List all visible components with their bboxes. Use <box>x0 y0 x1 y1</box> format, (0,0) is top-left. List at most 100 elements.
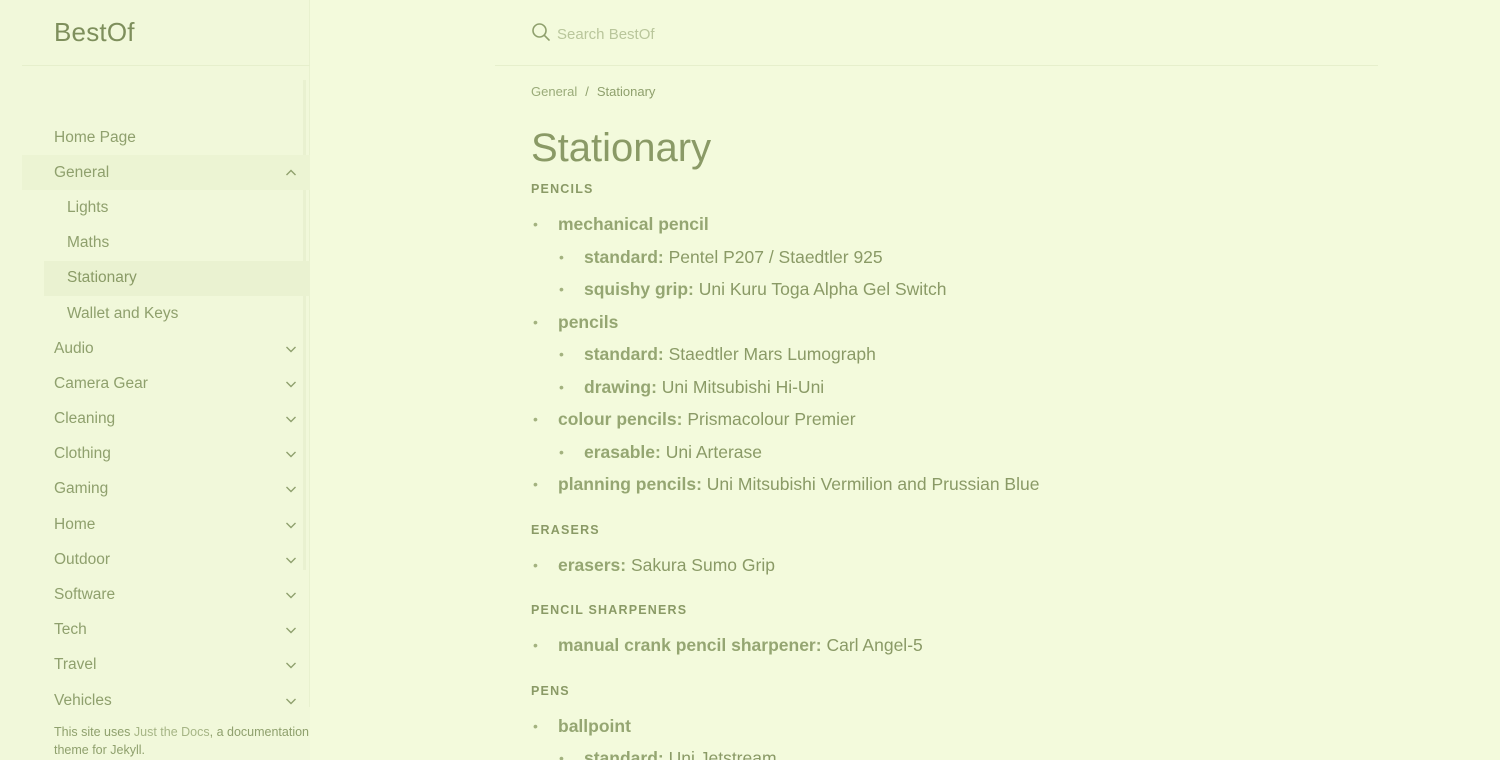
item-value: Sakura Sumo Grip <box>631 554 775 575</box>
sharpeners-list: manual crank pencil sharpener: Carl Ange… <box>531 629 1371 662</box>
sidebar-item-label: Camera Gear <box>54 374 148 392</box>
chevron-down-icon[interactable] <box>285 659 297 671</box>
section-heading-pencils: PENCILS <box>531 182 594 196</box>
item-value: Prismacolour Premier <box>687 409 856 429</box>
breadcrumb-current: Stationary <box>596 84 656 99</box>
list-item: mechanical pencil <box>531 208 1371 241</box>
search-input[interactable] <box>557 22 957 46</box>
chevron-down-icon[interactable] <box>285 589 297 601</box>
erasers-list: erasers: Sakura Sumo Grip <box>531 549 1371 582</box>
item-value: Carl Angel-5 <box>826 635 923 655</box>
item-key: ballpoint <box>558 715 631 736</box>
sidebar: BestOf Home Page General Lights Maths St… <box>0 0 310 760</box>
site-header: BestOf <box>22 0 310 66</box>
item-value: Uni Jetstream <box>668 748 777 760</box>
sidebar-item-label: Travel <box>54 656 97 674</box>
footer-text-prefix: This site uses <box>54 725 134 739</box>
sidebar-item-label: Lights <box>67 198 109 216</box>
sidebar-item-lights[interactable]: Lights <box>0 190 310 225</box>
item-key: colour pencils: <box>558 409 683 429</box>
breadcrumb-separator: / <box>585 84 589 99</box>
item-key: standard: <box>584 748 664 760</box>
item-key: squishy grip: <box>584 279 694 299</box>
chevron-down-icon[interactable] <box>285 413 297 425</box>
list-item: standard: Pentel P207 / Staedtler 925 <box>531 241 1371 274</box>
item-key: erasable: <box>584 441 661 462</box>
item-key: pencils <box>558 311 619 332</box>
sidebar-item-clothing[interactable]: Clothing <box>0 437 310 472</box>
sidebar-item-label: Outdoor <box>54 550 111 568</box>
section-heading-erasers: ERASERS <box>531 522 600 537</box>
item-key: planning pencils: <box>558 474 702 494</box>
chevron-up-icon[interactable] <box>285 167 297 179</box>
section-heading-pens: PENS <box>531 683 570 698</box>
sidebar-item-label: Cleaning <box>54 410 116 428</box>
sidebar-item-label: Wallet and Keys <box>67 304 179 322</box>
sidebar-item-software[interactable]: Software <box>0 577 310 612</box>
list-item: drawing: Uni Mitsubishi Hi-Uni <box>531 371 1371 404</box>
search-icon <box>532 23 550 41</box>
sidebar-item-label: Tech <box>54 621 87 639</box>
list-item: planning pencils: Uni Mitsubishi Vermili… <box>531 468 1371 501</box>
list-item: squishy grip: Uni Kuru Toga Alpha Gel Sw… <box>531 273 1371 306</box>
item-value: Uni Arterase <box>665 441 763 462</box>
sidebar-item-label: Audio <box>54 339 94 357</box>
sidebar-item-cleaning[interactable]: Cleaning <box>0 402 310 437</box>
section-heading-pencil-sharpeners: PENCIL SHARPENERS <box>531 603 688 617</box>
sidebar-item-home-page[interactable]: Home Page <box>0 120 310 155</box>
chevron-down-icon[interactable] <box>285 554 297 566</box>
sidebar-nav: Home Page General Lights Maths Stationar… <box>0 120 310 718</box>
main-content: General / Stationary Stationary PENCILS … <box>531 84 1371 760</box>
item-value: Uni Mitsubishi Hi-Uni <box>661 376 825 397</box>
sidebar-item-general[interactable]: General <box>22 155 310 191</box>
chevron-down-icon[interactable] <box>285 624 297 636</box>
breadcrumb-general-link[interactable]: General <box>531 84 577 104</box>
sidebar-item-label: Home <box>54 515 96 533</box>
chevron-down-icon[interactable] <box>285 448 297 460</box>
item-value: Pentel P207 / Staedtler 925 <box>668 246 883 267</box>
pencils-list: mechanical pencil standard: Pentel P207 … <box>531 208 1371 501</box>
sidebar-item-audio[interactable]: Audio <box>0 331 310 366</box>
sidebar-item-label: Stationary <box>67 269 137 287</box>
sidebar-footer: This site uses Just the Docs, a document… <box>0 707 310 760</box>
chevron-down-icon[interactable] <box>285 343 297 355</box>
item-key: erasers: <box>558 554 627 575</box>
sidebar-item-maths[interactable]: Maths <box>0 226 310 261</box>
item-key: standard: <box>584 344 664 364</box>
list-item: ballpoint <box>531 710 1371 743</box>
sidebar-item-wallet-and-keys[interactable]: Wallet and Keys <box>0 296 310 331</box>
sidebar-item-stationary[interactable]: Stationary <box>44 260 310 296</box>
item-key: drawing: <box>584 376 657 397</box>
sidebar-item-home[interactable]: Home <box>0 507 310 542</box>
item-key: mechanical pencil <box>558 214 709 234</box>
pens-list: ballpoint standard: Uni Jetstream <box>531 710 1371 760</box>
list-item: standard: Uni Jetstream <box>531 742 1371 760</box>
chevron-down-icon[interactable] <box>285 483 297 495</box>
site-title[interactable]: BestOf <box>54 17 135 48</box>
chevron-down-icon[interactable] <box>285 519 297 531</box>
sidebar-item-gaming[interactable]: Gaming <box>0 472 310 507</box>
sidebar-item-label: Clothing <box>54 445 111 463</box>
item-value: Staedtler Mars Lumograph <box>668 344 876 364</box>
list-item: erasers: Sakura Sumo Grip <box>531 549 1371 582</box>
page-title: Stationary <box>531 126 712 170</box>
sidebar-item-tech[interactable]: Tech <box>0 613 310 648</box>
main-header <box>495 0 1378 66</box>
list-item: standard: Staedtler Mars Lumograph <box>531 338 1371 371</box>
chevron-down-icon[interactable] <box>285 378 297 390</box>
item-value: Uni Mitsubishi Vermilion and Prussian Bl… <box>706 474 1040 494</box>
item-value: Uni Kuru Toga Alpha Gel Switch <box>698 279 947 299</box>
item-key: manual crank pencil sharpener: <box>558 635 822 655</box>
sidebar-item-camera-gear[interactable]: Camera Gear <box>0 366 310 401</box>
breadcrumb: General / Stationary <box>531 84 1371 104</box>
chevron-down-icon[interactable] <box>285 695 297 707</box>
sidebar-item-outdoor[interactable]: Outdoor <box>0 542 310 577</box>
list-item: colour pencils: Prismacolour Premier <box>531 403 1371 436</box>
list-item: pencils <box>531 306 1371 339</box>
just-the-docs-link[interactable]: Just the Docs <box>134 725 210 739</box>
sidebar-item-label: Home Page <box>54 128 136 146</box>
sidebar-item-label: General <box>54 163 110 181</box>
sidebar-item-label: Maths <box>67 234 110 252</box>
sidebar-item-travel[interactable]: Travel <box>0 648 310 683</box>
sidebar-item-label: Software <box>54 586 116 604</box>
